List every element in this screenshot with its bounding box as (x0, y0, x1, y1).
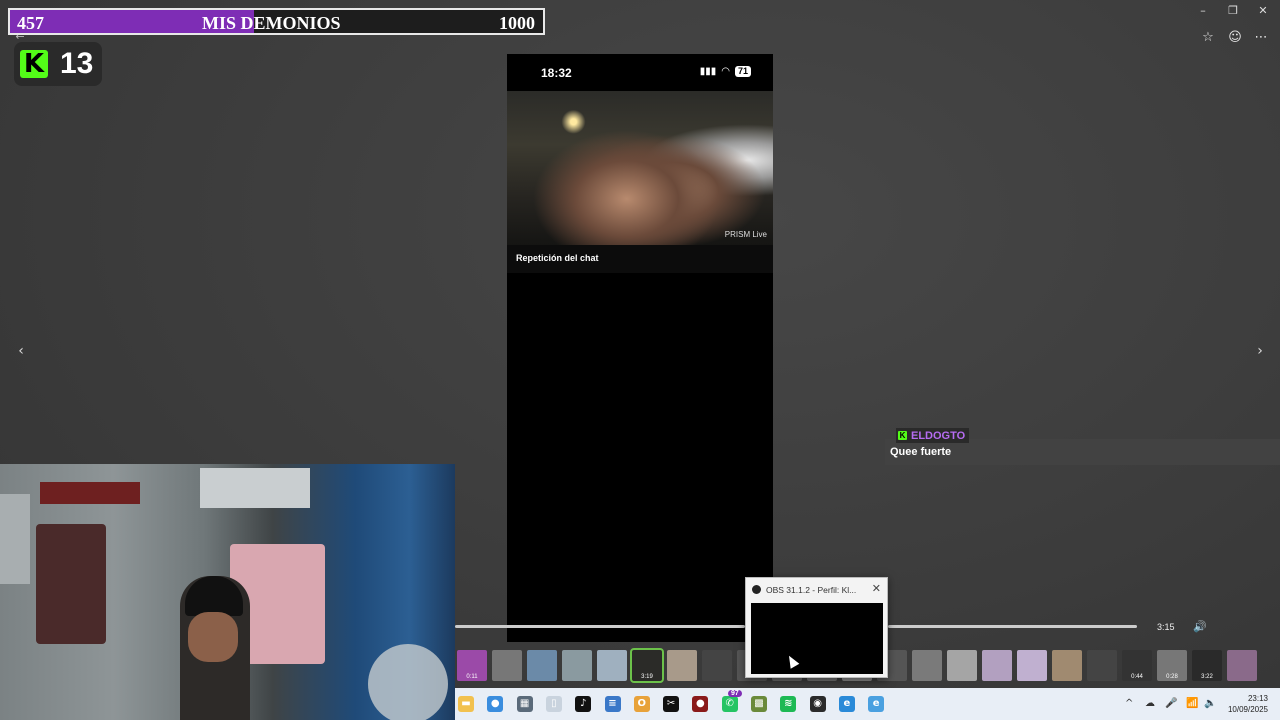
kick-badge-icon: K (898, 431, 907, 440)
file-icon[interactable]: ▯ (545, 696, 562, 712)
webcam-feed (0, 464, 455, 720)
thumbnail-item[interactable] (667, 650, 697, 681)
wall-shelf (200, 468, 310, 508)
obs-app-icon (752, 585, 761, 594)
wall-banner (40, 482, 140, 504)
previous-arrow-icon[interactable]: ‹ (13, 343, 29, 361)
record-icon[interactable]: ● (692, 696, 709, 712)
taskbar-date: 10/09/2025 (1227, 705, 1268, 714)
emoji-icon[interactable]: ☺ (1227, 30, 1243, 46)
thumbnail-item[interactable]: 3:19 (630, 648, 664, 683)
goal-title: MIS DEMONIOS (202, 13, 341, 33)
edge-icon[interactable]: e (838, 696, 855, 712)
thumbnail-duration: 3:19 (641, 674, 653, 680)
tiktok-icon[interactable]: ♪ (575, 696, 592, 712)
video-player[interactable]: PRISM Live (507, 91, 773, 245)
thumbnail-duration: 0:28 (1166, 674, 1178, 680)
kick-logo-icon: K (20, 50, 48, 78)
close-icon[interactable]: ✕ (872, 582, 881, 595)
phone-time: 18:32 (541, 66, 572, 80)
star-icon[interactable]: ☆ (1200, 30, 1216, 46)
thumbnail-item[interactable]: 3:22 (1192, 650, 1222, 681)
battery-icon: 71 (734, 66, 751, 77)
opera-icon[interactable]: O (633, 696, 650, 712)
thumbnail-item[interactable]: 0:44 (1122, 650, 1152, 681)
notepad-icon[interactable]: ≡ (604, 696, 621, 712)
thumbnail-item[interactable] (1052, 650, 1082, 681)
prism-watermark: PRISM Live (724, 230, 767, 239)
speaker-icon[interactable]: 🔈 (1204, 698, 1216, 709)
thumbnail-item[interactable] (947, 650, 977, 681)
hanging-clothes (36, 524, 106, 644)
thumbnail-item[interactable] (562, 650, 592, 681)
chat-message-text: Quee fuerte (890, 446, 952, 458)
goal-bar: 457 MIS DEMONIOS 1000 (8, 8, 545, 35)
seek-bar-right[interactable] (888, 625, 1137, 628)
chat-replay-label: Repetición del chat (516, 253, 599, 263)
calculator-icon[interactable]: ▦ (516, 696, 533, 712)
thumbnail-item[interactable]: 0:11 (457, 650, 487, 681)
more-icon[interactable]: ⋯ (1253, 30, 1269, 46)
next-arrow-icon[interactable]: › (1252, 343, 1268, 361)
spotify-icon[interactable]: ≋ (780, 696, 797, 712)
obs-preview-window[interactable] (751, 603, 883, 674)
obs-popup-title: OBS 31.1.2 - Perfil: Kl... (766, 585, 857, 595)
chrome-icon[interactable]: ● (487, 696, 504, 712)
thumbnail-item[interactable]: 0:28 (1157, 650, 1187, 681)
wifi-icon: ◠ (721, 66, 730, 77)
signal-icon: ▮▮▮ (699, 66, 717, 77)
thumbnail-item[interactable] (702, 650, 732, 681)
tray-chevron-icon[interactable]: ^ (1125, 698, 1133, 709)
goal-target: 1000 (499, 13, 535, 33)
thumbnail-item[interactable] (527, 650, 557, 681)
thumbnail-item[interactable] (982, 650, 1012, 681)
file-explorer-icon[interactable]: ▬ (458, 696, 474, 712)
whatsapp-notification-badge: 97 (728, 690, 742, 697)
chat-username: ELDOGTO (911, 429, 966, 442)
taskbar-clock[interactable]: 23:13 10/09/2025 (1228, 693, 1268, 715)
minimize-icon[interactable]: – (1196, 4, 1210, 18)
thumbnail-item[interactable] (1017, 650, 1047, 681)
person-face (188, 612, 238, 662)
phone-status-bar: ▮▮▮ ◠ 71 (700, 66, 751, 77)
kick-count: 13 (60, 47, 94, 80)
thumbnail-duration: 3:22 (1201, 674, 1213, 680)
screen: { "goal": {"current": "457", "title": "M… (0, 0, 1280, 720)
desk-fan (368, 644, 448, 720)
video-duration: 3:15 (1157, 622, 1175, 632)
phone-screen: 18:32 ▮▮▮ ◠ 71 PRISM Live Repetición del… (507, 54, 773, 642)
wifi-icon[interactable]: 📶 (1186, 698, 1198, 709)
taskbar-time: 23:13 (1247, 694, 1268, 703)
mouse-cursor-icon (784, 653, 800, 669)
obs-icon[interactable]: ◉ (809, 696, 826, 712)
taskbar: ▬ ● ▦ ▯ ♪ ≡ O ✂ ● ✆ ▩ ≋ ◉ e e 97 ^ ☁ 🎤 📶 🔈 23:13 10/09… (455, 688, 1280, 720)
cloud-icon[interactable]: ☁ (1145, 698, 1155, 709)
wall-posters (0, 494, 30, 584)
thumbnail-item[interactable] (1227, 650, 1257, 681)
thumbnail-item[interactable] (1087, 650, 1117, 681)
capcut-icon[interactable]: ✂ (663, 696, 680, 712)
thumbnail-item[interactable] (492, 650, 522, 681)
thumbnail-item[interactable] (597, 650, 627, 681)
close-icon[interactable]: ✕ (1256, 4, 1270, 18)
obs-preview-popup[interactable]: OBS 31.1.2 - Perfil: Kl... ✕ (745, 577, 888, 678)
whatsapp-icon[interactable]: ✆ (721, 696, 738, 712)
maximize-icon[interactable]: ❐ (1226, 4, 1240, 18)
goal-current: 457 (17, 13, 44, 33)
microphone-icon[interactable]: 🎤 (1165, 698, 1177, 709)
thumbnail-duration: 0:11 (466, 674, 478, 680)
kick-viewer-badge: K 13 (14, 42, 102, 86)
thumbnail-duration: 0:44 (1131, 674, 1143, 680)
chat-username-row: K ELDOGTO (896, 428, 970, 443)
seek-bar-left[interactable] (455, 625, 745, 628)
chat-replay-bar[interactable]: Repetición del chat (507, 245, 773, 273)
minecraft-icon[interactable]: ▩ (751, 696, 767, 712)
edge-beta-icon[interactable]: e (868, 696, 885, 712)
thumbnail-item[interactable] (912, 650, 942, 681)
volume-icon[interactable]: 🔊 (1193, 620, 1207, 633)
